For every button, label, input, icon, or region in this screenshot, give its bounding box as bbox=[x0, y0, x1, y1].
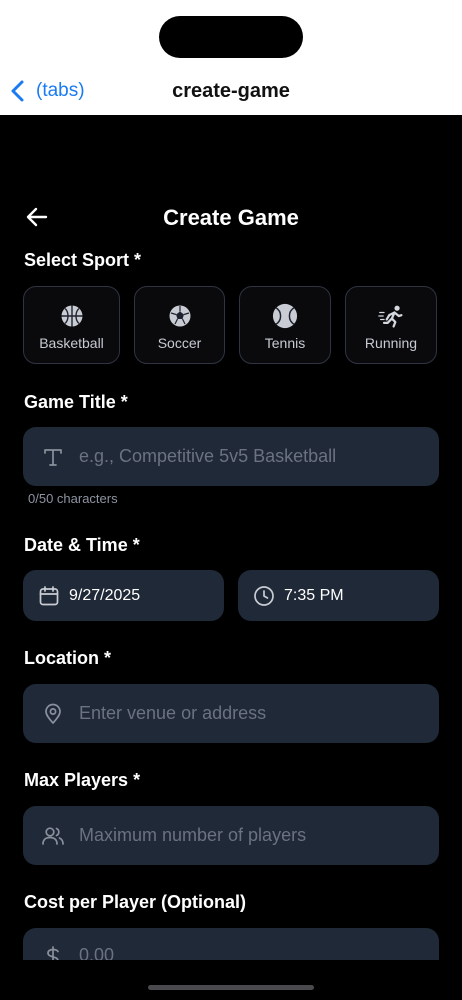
page-title: Create Game bbox=[163, 205, 299, 230]
running-icon bbox=[378, 303, 404, 329]
calendar-icon bbox=[37, 584, 61, 608]
date-time-label: Date & Time * bbox=[24, 535, 140, 555]
max-players-input[interactable]: Maximum number of players bbox=[23, 806, 439, 865]
game-title-placeholder: e.g., Competitive 5v5 Basketball bbox=[79, 446, 337, 466]
navigation-bar: (tabs) create-game bbox=[0, 0, 462, 115]
sport-label: Basketball bbox=[39, 335, 104, 351]
tennis-icon bbox=[272, 303, 298, 329]
sport-label: Running bbox=[364, 335, 418, 351]
location-input[interactable]: Enter venue or address bbox=[23, 684, 439, 743]
time-value: 7:35 PM bbox=[284, 586, 344, 604]
sport-option-soccer[interactable]: Soccer bbox=[134, 286, 225, 364]
bottom-safe-area bbox=[0, 960, 462, 1000]
time-picker[interactable]: 7:35 PM bbox=[238, 570, 439, 621]
sport-option-running[interactable]: Running bbox=[345, 286, 437, 364]
date-value: 9/27/2025 bbox=[69, 586, 141, 604]
map-pin-icon bbox=[41, 702, 65, 726]
max-players-placeholder: Maximum number of players bbox=[79, 825, 307, 845]
max-players-label: Max Players * bbox=[24, 770, 141, 790]
sport-option-basketball[interactable]: Basketball bbox=[23, 286, 120, 364]
clock-icon bbox=[252, 584, 276, 608]
location-placeholder: Enter venue or address bbox=[79, 703, 267, 723]
sport-option-tennis[interactable]: Tennis bbox=[239, 286, 331, 364]
dynamic-island bbox=[159, 16, 303, 58]
date-picker[interactable]: 9/27/2025 bbox=[23, 570, 224, 621]
game-title-label: Game Title * bbox=[24, 392, 128, 412]
character-counter: 0/50 characters bbox=[28, 491, 118, 506]
sport-label: Soccer bbox=[157, 335, 202, 351]
cost-label: Cost per Player (Optional) bbox=[24, 892, 247, 912]
soccer-icon bbox=[167, 303, 193, 329]
location-label: Location * bbox=[24, 648, 112, 668]
home-indicator bbox=[148, 985, 314, 990]
text-type-icon bbox=[41, 445, 65, 469]
basketball-icon bbox=[59, 303, 85, 329]
game-title-input[interactable]: e.g., Competitive 5v5 Basketball bbox=[23, 427, 439, 486]
sport-label: Tennis bbox=[264, 335, 306, 351]
nav-title: create-game bbox=[172, 80, 290, 102]
sport-selector: Basketball Soccer Tennis Running bbox=[23, 286, 437, 364]
users-icon bbox=[41, 824, 65, 848]
select-sport-label: Select Sport * bbox=[24, 250, 142, 270]
